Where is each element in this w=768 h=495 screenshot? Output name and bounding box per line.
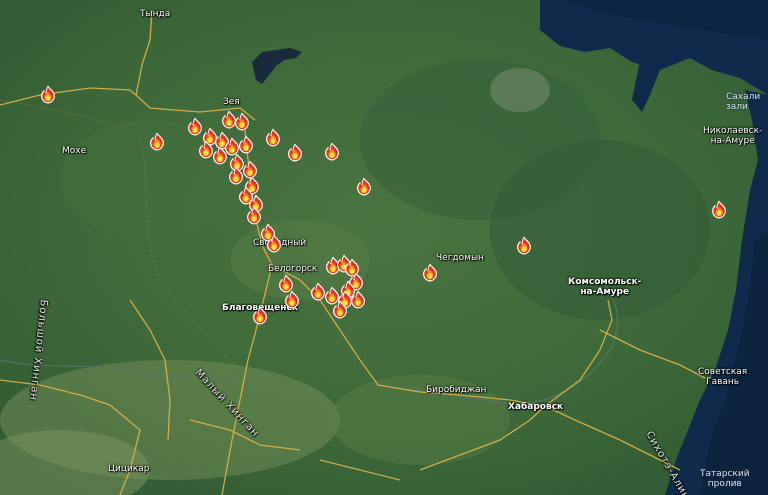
fire-icon[interactable] [344,258,360,277]
satellite-map[interactable]: Тында Зея Мохе Свободный Белогорск Благо… [0,0,768,495]
city-label-mokhe: Мохе [62,146,87,156]
sea-label-sakhalin-gulf: Сахали зали [726,92,761,112]
city-label-tsitsikar: Цицикар [108,464,150,474]
city-label-zeya: Зея [223,97,240,107]
fire-icon[interactable] [516,236,532,255]
fire-icon[interactable] [324,142,340,161]
city-label-belogorsk: Белогорск [268,264,318,274]
fire-icon[interactable] [40,85,56,104]
fire-icon[interactable] [149,132,165,151]
city-label-sovetskaya-gavan: Советская Гавань [698,367,748,387]
fire-icon[interactable] [266,234,282,253]
fire-icon[interactable] [238,135,254,154]
fire-icon[interactable] [287,143,303,162]
city-label-birobidzhan: Биробиджан [426,385,487,395]
fire-icon[interactable] [356,177,372,196]
city-label-khabarovsk: Хабаровск [508,402,564,412]
fire-icon[interactable] [332,300,348,319]
fire-icon[interactable] [711,200,727,219]
fire-icon[interactable] [284,290,300,309]
fire-icon[interactable] [187,117,203,136]
fire-icon[interactable] [212,146,228,165]
fire-icon[interactable] [234,112,250,131]
city-label-tynda: Тында [140,9,171,19]
city-label-nikolaevsk: Николаевск- на-Амуре [703,126,763,146]
city-label-komsomolsk: Комсомольск- на-Амуре [568,277,642,297]
sea-label-tatar-strait: Татарский пролив [700,469,750,489]
map-terrain [0,0,768,495]
fire-icon[interactable] [265,128,281,147]
fire-icon[interactable] [350,290,366,309]
fire-icon[interactable] [422,263,438,282]
fire-icon[interactable] [252,306,268,325]
fire-icon[interactable] [228,166,244,185]
city-label-chegdomyn: Чегдомын [436,253,484,263]
